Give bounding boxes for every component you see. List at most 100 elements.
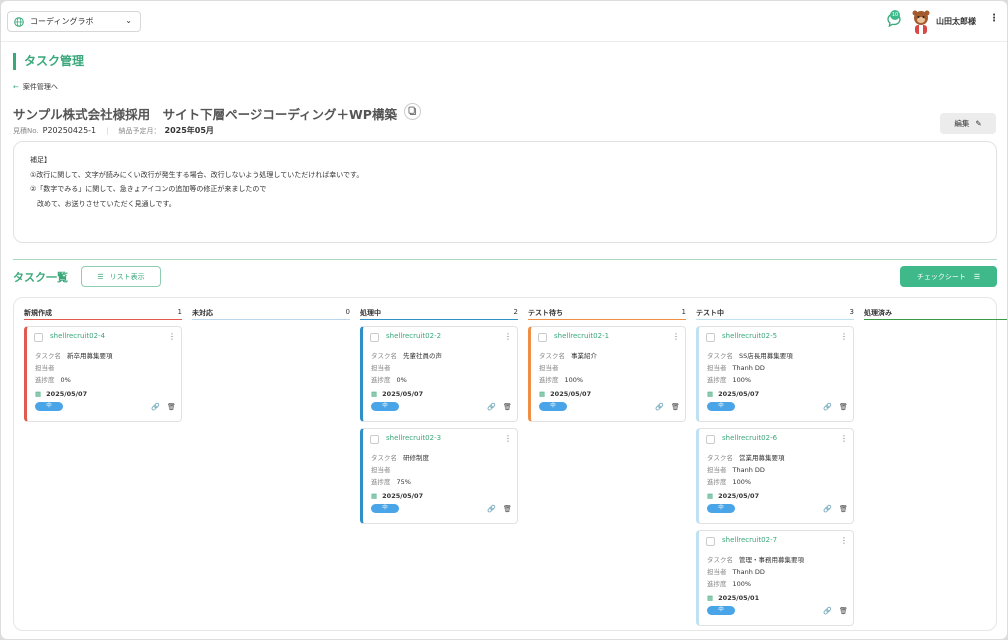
task-card[interactable]: shellrecruit02-4 ⋮ タスク名 新卒用募集要項 担当者 進捗度 0% ▦ 202… — [24, 326, 182, 422]
more-icon[interactable]: ⋮ — [672, 332, 680, 341]
assignee-row: 担当者 Thanh DD — [707, 566, 765, 576]
link-icon[interactable]: 🔗 — [487, 403, 496, 411]
task-id[interactable]: shellrecruit02-1 — [554, 332, 609, 340]
task-card[interactable]: shellrecruit02-5 ⋮ タスク名 SS店長用募集要項 担当者 Thanh D… — [696, 326, 854, 422]
progress: 100% — [732, 376, 752, 384]
assignee-label: 担当者 — [539, 364, 559, 372]
progress-row: 進捗度 100% — [707, 578, 751, 588]
column-header: テスト中 3 — [696, 308, 854, 320]
trash-icon[interactable]: 🗑 — [503, 505, 512, 513]
more-icon[interactable]: ⋮ — [504, 434, 512, 443]
meta-divider: | — [106, 127, 109, 135]
task-name-label: タスク名 — [35, 352, 61, 360]
column-header: 新規作成 1 — [24, 308, 182, 320]
task-name-row: タスク名 営業用募集要項 — [707, 452, 785, 462]
calendar-icon: ▦ — [539, 390, 546, 398]
task-name: 研修制度 — [403, 454, 429, 462]
due-date-value: 2025/05/07 — [718, 390, 760, 398]
task-checkbox[interactable] — [706, 333, 715, 342]
top-bar: コーディングラボ ⌄ 10 山田太郎様 ⋮ — [1, 1, 1007, 42]
column-0: 新規作成 1 — [24, 308, 182, 320]
assignee-label: 担当者 — [371, 466, 391, 474]
assignee-label: 担当者 — [35, 364, 55, 372]
progress-row: 進捗度 100% — [707, 476, 751, 486]
checksheet-label: チェックシート — [916, 272, 966, 281]
assignee-label: 担当者 — [707, 568, 727, 576]
more-icon[interactable]: ⋮ — [840, 536, 848, 545]
assignee: Thanh DD — [732, 364, 765, 372]
column-2: 処理中 2 — [360, 308, 518, 320]
trash-icon[interactable]: 🗑 — [839, 505, 848, 513]
workspace-select[interactable]: コーディングラボ ⌄ — [7, 11, 141, 32]
divider — [13, 259, 997, 260]
priority-badge: 中 — [707, 606, 735, 615]
link-icon[interactable]: 🔗 — [823, 403, 832, 411]
column-title: 新規作成 — [24, 309, 52, 317]
task-card[interactable]: shellrecruit02-7 ⋮ タスク名 管理・事務用募集要項 担当者 Thanh … — [696, 530, 854, 626]
task-id[interactable]: shellrecruit02-3 — [386, 434, 441, 442]
priority-badge: 中 — [707, 402, 735, 411]
task-checkbox[interactable] — [34, 333, 43, 342]
task-card[interactable]: shellrecruit02-2 ⋮ タスク名 先輩社員の声 担当者 進捗度 0% ▦ 2025… — [360, 326, 518, 422]
progress-label: 進捗度 — [539, 376, 559, 384]
due-date: ▦ 2025/05/01 — [707, 594, 759, 602]
calendar-icon: ▦ — [371, 492, 378, 500]
task-list-title: タスク一覧 — [13, 271, 68, 284]
delivery-month: 2025年05月 — [164, 126, 214, 135]
due-date-value: 2025/05/01 — [718, 594, 760, 602]
link-icon[interactable]: 🔗 — [487, 505, 496, 513]
more-icon[interactable]: ⋮ — [168, 332, 176, 341]
workspace-name: コーディングラボ — [30, 17, 94, 26]
list-view-button[interactable]: ☰ リスト表示 — [81, 266, 161, 287]
copy-icon[interactable] — [404, 103, 421, 120]
trash-icon[interactable]: 🗑 — [839, 403, 848, 411]
trash-icon[interactable]: 🗑 — [671, 403, 680, 411]
link-icon[interactable]: 🔗 — [823, 505, 832, 513]
checksheet-button[interactable]: チェックシート ☰ — [900, 266, 997, 287]
task-card[interactable]: shellrecruit02-6 ⋮ タスク名 営業用募集要項 担当者 Thanh DD 進… — [696, 428, 854, 524]
link-icon[interactable]: 🔗 — [655, 403, 664, 411]
more-icon[interactable]: ⋮ — [840, 332, 848, 341]
column-title: テスト中 — [696, 309, 724, 317]
estimate-label: 見積No. — [13, 127, 39, 135]
column-count: 2 — [513, 308, 518, 316]
task-name-label: タスク名 — [707, 352, 733, 360]
edit-label: 編集 — [954, 119, 970, 128]
task-checkbox[interactable] — [370, 333, 379, 342]
edit-button[interactable]: 編集 ✎ — [940, 113, 996, 134]
task-id[interactable]: shellrecruit02-4 — [50, 332, 105, 340]
task-card[interactable]: shellrecruit02-1 ⋮ タスク名 事業紹介 担当者 進捗度 100% ▦ 2025… — [528, 326, 686, 422]
progress: 100% — [732, 478, 752, 486]
task-checkbox[interactable] — [370, 435, 379, 444]
progress-row: 進捗度 0% — [35, 374, 71, 384]
more-icon[interactable]: ⋮ — [989, 13, 999, 24]
due-date: ▦ 2025/05/07 — [35, 390, 87, 398]
column-count: 1 — [177, 308, 182, 316]
trash-icon[interactable]: 🗑 — [167, 403, 176, 411]
task-id[interactable]: shellrecruit02-7 — [722, 536, 777, 544]
task-id[interactable]: shellrecruit02-6 — [722, 434, 777, 442]
trash-icon[interactable]: 🗑 — [839, 607, 848, 615]
task-card[interactable]: shellrecruit02-3 ⋮ タスク名 研修制度 担当者 進捗度 75% ▦ 2025/… — [360, 428, 518, 524]
more-icon[interactable]: ⋮ — [840, 434, 848, 443]
task-name-row: タスク名 先輩社員の声 — [371, 350, 442, 360]
link-icon[interactable]: 🔗 — [151, 403, 160, 411]
project-note: 補足】 ①改行に関して、文字が読みにくい改行が発生する場合、改行しないよう処理し… — [13, 141, 997, 243]
task-checkbox[interactable] — [538, 333, 547, 342]
due-date-value: 2025/05/07 — [718, 492, 760, 500]
chevron-down-icon: ⌄ — [125, 16, 132, 25]
more-icon[interactable]: ⋮ — [504, 332, 512, 341]
assignee: Thanh DD — [732, 466, 765, 474]
user-name[interactable]: 山田太郎様 — [936, 16, 976, 27]
assignee-row: 担当者 Thanh DD — [707, 464, 765, 474]
task-id[interactable]: shellrecruit02-2 — [386, 332, 441, 340]
back-link[interactable]: ← 案件管理へ — [13, 82, 58, 92]
task-checkbox[interactable] — [706, 537, 715, 546]
task-id[interactable]: shellrecruit02-5 — [722, 332, 777, 340]
trash-icon[interactable]: 🗑 — [503, 403, 512, 411]
column-title: テスト待ち — [528, 309, 563, 317]
task-checkbox[interactable] — [706, 435, 715, 444]
link-icon[interactable]: 🔗 — [823, 607, 832, 615]
avatar[interactable] — [910, 9, 932, 35]
column-count: 0 — [345, 308, 350, 316]
